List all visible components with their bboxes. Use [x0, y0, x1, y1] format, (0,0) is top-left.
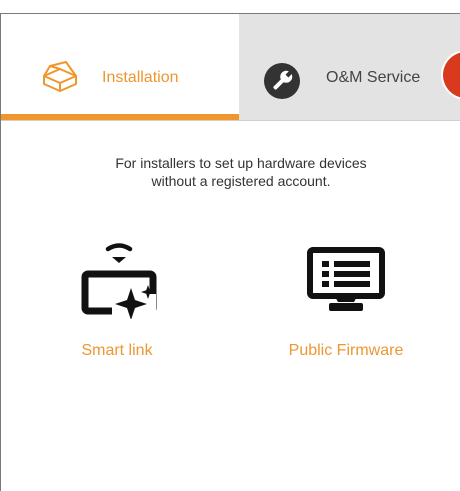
tab-om-service[interactable]: O&M Service [239, 14, 460, 120]
public-firmware-button[interactable]: Public Firmware [266, 239, 426, 379]
firmware-monitor-icon [307, 247, 385, 311]
smart-link-button[interactable]: Smart link [57, 239, 177, 379]
smart-link-icon [81, 243, 157, 319]
description-line-1: For installers to set up hardware device… [115, 155, 367, 171]
box-icon [43, 61, 77, 92]
smart-link-label: Smart link [81, 342, 153, 359]
installation-panel: Installation O&M Service For installers … [0, 13, 460, 491]
public-firmware-label: Public Firmware [288, 342, 404, 359]
divider [1, 120, 460, 121]
description-line-2: without a registered account. [151, 173, 331, 189]
tab-installation-label: Installation [102, 69, 179, 86]
wrench-icon [264, 63, 300, 99]
tab-om-service-label: O&M Service [326, 69, 421, 86]
tab-bar: Installation O&M Service [1, 14, 460, 121]
notification-badge [443, 52, 460, 98]
description-text: For installers to set up hardware device… [1, 154, 460, 190]
tab-installation[interactable]: Installation [1, 14, 239, 120]
